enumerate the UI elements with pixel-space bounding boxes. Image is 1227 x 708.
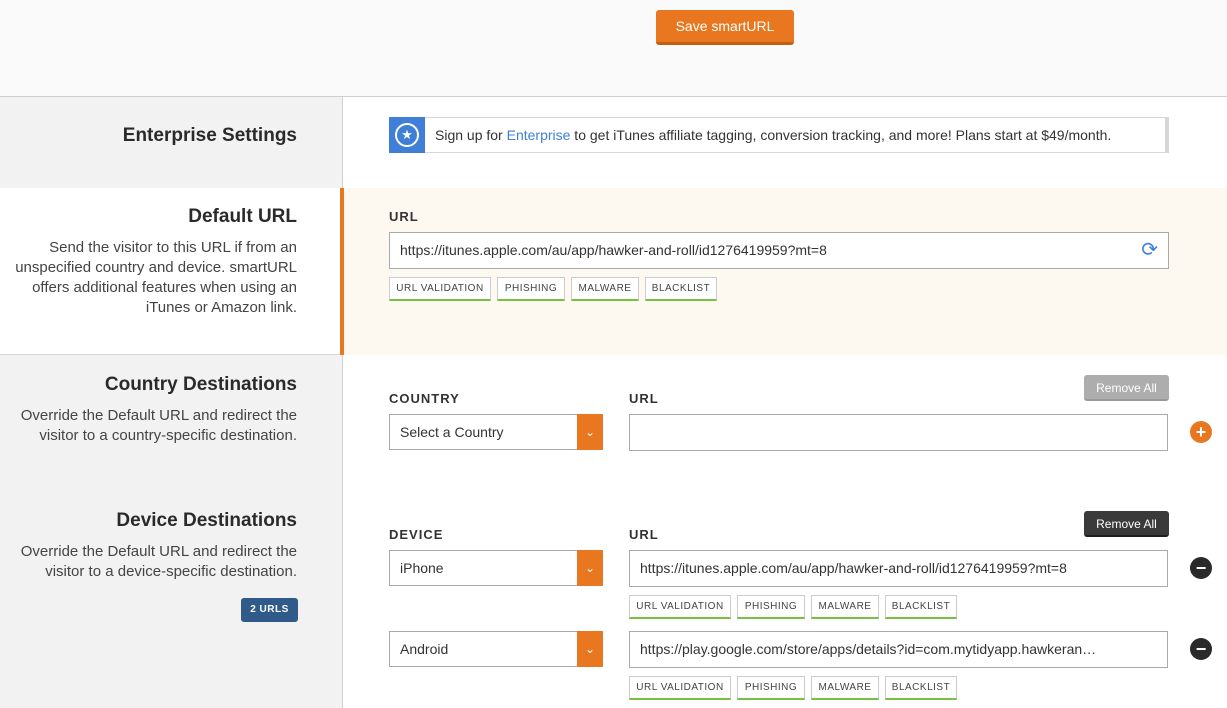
- malware-tag: MALWARE: [811, 595, 879, 619]
- phishing-tag: PHISHING: [737, 595, 805, 619]
- country-field-label: COUNTRY: [389, 391, 460, 406]
- save-smarturl-button[interactable]: Save smartURL: [656, 10, 794, 45]
- url-validation-tag: URL VALIDATION: [629, 676, 731, 700]
- device-url-input[interactable]: https://itunes.apple.com/au/app/hawker-a…: [629, 550, 1168, 587]
- minus-icon[interactable]: −: [1190, 557, 1212, 579]
- default-url-label: Default URL Send the visitor to this URL…: [0, 206, 297, 318]
- star-icon: ★: [389, 117, 425, 153]
- country-url-input[interactable]: [629, 414, 1168, 451]
- url-count-badge: 2 URLS: [241, 598, 298, 622]
- country-destinations-description: Override the Default URL and redirect th…: [20, 407, 297, 444]
- top-toolbar: Save smartURL: [0, 0, 1227, 97]
- device-destinations-label: Device Destinations Override the Default…: [0, 510, 297, 582]
- country-destinations-title: Country Destinations: [104, 374, 297, 395]
- enterprise-banner: ★ Sign up for Enterprise to get iTunes a…: [389, 117, 1169, 153]
- chevron-down-icon: ⌄: [577, 414, 603, 450]
- default-url-field-label: URL: [389, 209, 419, 224]
- device-destinations-title: Device Destinations: [116, 510, 297, 531]
- minus-icon[interactable]: −: [1190, 638, 1212, 660]
- device-remove-all-button[interactable]: Remove All: [1084, 511, 1169, 537]
- device-url-field-label: URL: [629, 527, 659, 542]
- enterprise-settings-title: Enterprise Settings: [122, 125, 297, 146]
- enterprise-banner-text: Sign up for Enterprise to get iTunes aff…: [435, 127, 1112, 143]
- blacklist-tag: BLACKLIST: [885, 595, 957, 619]
- country-destinations-label: Country Destinations Override the Defaul…: [0, 374, 297, 446]
- device-select[interactable]: iPhone ⌄: [389, 550, 603, 586]
- country-select[interactable]: Select a Country ⌄: [389, 414, 603, 450]
- malware-tag: MALWARE: [811, 676, 879, 700]
- malware-tag: MALWARE: [571, 277, 639, 301]
- refresh-icon[interactable]: ⟳: [1141, 239, 1158, 261]
- default-url-section: [344, 188, 1227, 355]
- plus-icon[interactable]: +: [1190, 421, 1212, 443]
- device-destinations-description: Override the Default URL and redirect th…: [20, 543, 297, 580]
- default-url-input[interactable]: https://itunes.apple.com/au/app/hawker-a…: [389, 232, 1169, 269]
- device-field-label: DEVICE: [389, 527, 444, 542]
- blacklist-tag: BLACKLIST: [885, 676, 957, 700]
- url-validation-tag: URL VALIDATION: [629, 595, 731, 619]
- enterprise-link[interactable]: Enterprise: [507, 127, 571, 143]
- device-select[interactable]: Android ⌄: [389, 631, 603, 667]
- enterprise-settings-label: Enterprise Settings: [0, 125, 297, 147]
- phishing-tag: PHISHING: [497, 277, 565, 301]
- default-url-title: Default URL: [188, 206, 297, 227]
- chevron-down-icon: ⌄: [577, 631, 603, 667]
- default-url-description: Send the visitor to this URL if from an …: [15, 239, 297, 316]
- phishing-tag: PHISHING: [737, 676, 805, 700]
- blacklist-tag: BLACKLIST: [645, 277, 717, 301]
- country-remove-all-button[interactable]: Remove All: [1084, 375, 1169, 401]
- chevron-down-icon: ⌄: [577, 550, 603, 586]
- url-validation-tag: URL VALIDATION: [389, 277, 491, 301]
- device-url-input[interactable]: https://play.google.com/store/apps/detai…: [629, 631, 1168, 668]
- country-url-field-label: URL: [629, 391, 659, 406]
